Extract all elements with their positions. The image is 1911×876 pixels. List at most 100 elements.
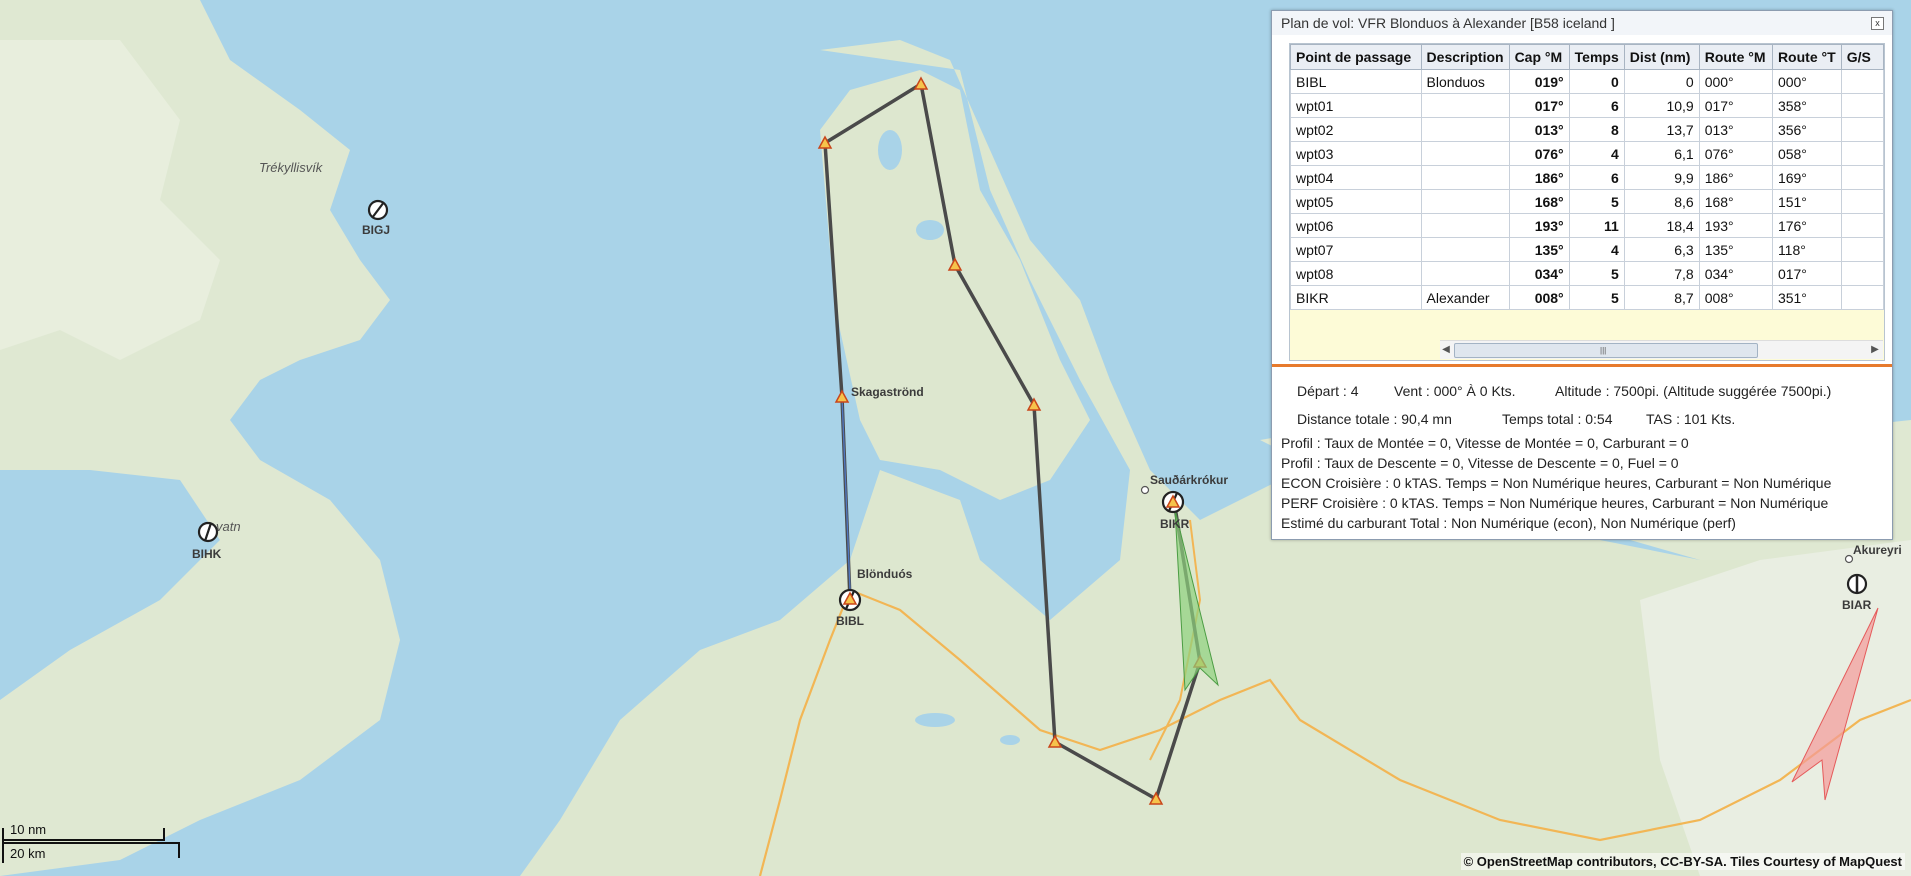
cell-description: Alexander bbox=[1420, 285, 1510, 310]
cell-time: 6 bbox=[1568, 93, 1625, 118]
cell-distance: 18,4 bbox=[1623, 213, 1700, 238]
table-header-row: Point de passage Description Cap °M Temp… bbox=[1290, 44, 1884, 70]
summary-tas: TAS : 101 Kts. bbox=[1646, 411, 1736, 427]
cell-gs bbox=[1840, 237, 1884, 262]
table-row[interactable]: wpt08 034° 5 7,8 034° 017° bbox=[1290, 261, 1884, 286]
table-row[interactable]: wpt02 013° 8 13,7 013° 356° bbox=[1290, 117, 1884, 142]
column-header[interactable]: Temps bbox=[1568, 44, 1625, 70]
cell-heading: 013° bbox=[1508, 117, 1570, 142]
cell-waypoint: wpt01 bbox=[1290, 93, 1422, 118]
cell-heading: 017° bbox=[1508, 93, 1570, 118]
cell-distance: 8,6 bbox=[1623, 189, 1700, 214]
cell-time: 11 bbox=[1568, 213, 1625, 238]
column-header[interactable]: G/S bbox=[1840, 44, 1884, 70]
grip-icon: ||| bbox=[1600, 346, 1607, 355]
airport-label: BIGJ bbox=[362, 223, 390, 237]
cell-gs bbox=[1840, 261, 1884, 286]
scale-bar-km bbox=[2, 842, 180, 844]
close-button[interactable]: x bbox=[1871, 17, 1884, 30]
summary-altitude: Altitude : 7500pi. (Altitude suggérée 75… bbox=[1555, 383, 1832, 399]
cell-description bbox=[1420, 165, 1510, 190]
cell-heading: 135° bbox=[1508, 237, 1570, 262]
cell-description bbox=[1420, 237, 1510, 262]
cell-waypoint: wpt04 bbox=[1290, 165, 1422, 190]
cell-distance: 6,1 bbox=[1623, 141, 1700, 166]
cell-route-true: 118° bbox=[1771, 237, 1842, 262]
summary-line: Profil : Taux de Descente = 0, Vitesse d… bbox=[1281, 455, 1679, 471]
summary-distance: Distance totale : 90,4 mn bbox=[1297, 411, 1452, 427]
cell-waypoint: wpt08 bbox=[1290, 261, 1422, 286]
table-row[interactable]: wpt05 168° 5 8,6 168° 151° bbox=[1290, 189, 1884, 214]
cell-heading: 034° bbox=[1508, 261, 1570, 286]
cell-waypoint: wpt05 bbox=[1290, 189, 1422, 214]
cell-route-mag: 013° bbox=[1698, 117, 1773, 142]
lake bbox=[878, 130, 902, 170]
scale-label-nm: 10 nm bbox=[10, 822, 47, 837]
summary-line: Profil : Taux de Montée = 0, Vitesse de … bbox=[1281, 435, 1689, 451]
scale-tick bbox=[178, 842, 180, 858]
table-row[interactable]: wpt06 193° 11 18,4 193° 176° bbox=[1290, 213, 1884, 238]
column-header[interactable]: Dist (nm) bbox=[1623, 44, 1700, 70]
cell-heading: 186° bbox=[1508, 165, 1570, 190]
summary-depart: Départ : 4 bbox=[1297, 383, 1359, 399]
scroll-right-icon[interactable]: ▶ bbox=[1869, 344, 1881, 356]
horizontal-scrollbar[interactable]: ◀ ||| ▶ bbox=[1440, 340, 1883, 359]
cell-distance: 13,7 bbox=[1623, 117, 1700, 142]
cell-heading: 008° bbox=[1508, 285, 1570, 310]
cell-gs bbox=[1840, 117, 1884, 142]
close-icon: x bbox=[1875, 18, 1880, 28]
lake bbox=[915, 713, 955, 727]
cell-distance: 10,9 bbox=[1623, 93, 1700, 118]
cell-gs bbox=[1840, 165, 1884, 190]
panel-splitter[interactable] bbox=[1272, 364, 1892, 367]
cell-route-true: 017° bbox=[1771, 261, 1842, 286]
cell-time: 4 bbox=[1568, 141, 1625, 166]
column-header[interactable]: Point de passage bbox=[1290, 44, 1422, 70]
cell-route-mag: 186° bbox=[1698, 165, 1773, 190]
flight-plan-panel[interactable]: Plan de vol: VFR Blonduos à Alexander [B… bbox=[1271, 10, 1893, 540]
cell-route-mag: 017° bbox=[1698, 93, 1773, 118]
table-row[interactable]: BIBL Blonduos 019° 0 0 000° 000° bbox=[1290, 69, 1884, 94]
panel-title: Plan de vol: VFR Blonduos à Alexander [B… bbox=[1281, 15, 1615, 31]
cell-distance: 9,9 bbox=[1623, 165, 1700, 190]
lake bbox=[1000, 735, 1020, 745]
table-row[interactable]: BIKR Alexander 008° 5 8,7 008° 351° bbox=[1290, 285, 1884, 310]
airport-label: BIBL bbox=[836, 614, 864, 628]
place-label-skagastrond: Skagaströnd bbox=[851, 385, 924, 399]
table-row[interactable]: wpt03 076° 4 6,1 076° 058° bbox=[1290, 141, 1884, 166]
cell-time: 8 bbox=[1568, 117, 1625, 142]
table-row[interactable]: wpt07 135° 4 6,3 135° 118° bbox=[1290, 237, 1884, 262]
cell-gs bbox=[1840, 189, 1884, 214]
place-label-trekyllisvik: Trékyllisvík bbox=[259, 160, 324, 175]
panel-titlebar[interactable]: Plan de vol: VFR Blonduos à Alexander [B… bbox=[1272, 11, 1892, 35]
scale-tick bbox=[163, 828, 165, 841]
cell-heading: 193° bbox=[1508, 213, 1570, 238]
cell-gs bbox=[1840, 93, 1884, 118]
scale-label-km: 20 km bbox=[10, 846, 46, 861]
waypoint-table: Point de passage Description Cap °M Temp… bbox=[1290, 44, 1884, 310]
cell-route-true: 058° bbox=[1771, 141, 1842, 166]
summary-wind: Vent : 000° À 0 Kts. bbox=[1394, 383, 1516, 399]
cell-heading: 076° bbox=[1508, 141, 1570, 166]
cell-heading: 019° bbox=[1508, 69, 1570, 94]
cell-route-mag: 008° bbox=[1698, 285, 1773, 310]
column-header[interactable]: Route °T bbox=[1771, 44, 1842, 70]
cell-waypoint: wpt03 bbox=[1290, 141, 1422, 166]
place-label-vatn: vatn bbox=[216, 519, 241, 534]
table-row[interactable]: wpt04 186° 6 9,9 186° 169° bbox=[1290, 165, 1884, 190]
cell-waypoint: wpt02 bbox=[1290, 117, 1422, 142]
column-header[interactable]: Route °M bbox=[1698, 44, 1773, 70]
column-header[interactable]: Cap °M bbox=[1508, 44, 1570, 70]
cell-gs bbox=[1840, 141, 1884, 166]
cell-route-true: 151° bbox=[1771, 189, 1842, 214]
map-scale-bar: 10 nm 20 km bbox=[0, 822, 180, 863]
cell-route-true: 351° bbox=[1771, 285, 1842, 310]
cell-description bbox=[1420, 141, 1510, 166]
table-row[interactable]: wpt01 017° 6 10,9 017° 358° bbox=[1290, 93, 1884, 118]
scroll-left-icon[interactable]: ◀ bbox=[1440, 344, 1452, 356]
waypoint-table-container[interactable]: Point de passage Description Cap °M Temp… bbox=[1289, 43, 1885, 361]
column-header[interactable]: Description bbox=[1420, 44, 1510, 70]
summary-line: Estimé du carburant Total : Non Numériqu… bbox=[1281, 515, 1736, 531]
scrollbar-thumb[interactable]: ||| bbox=[1454, 343, 1758, 358]
cell-route-mag: 168° bbox=[1698, 189, 1773, 214]
